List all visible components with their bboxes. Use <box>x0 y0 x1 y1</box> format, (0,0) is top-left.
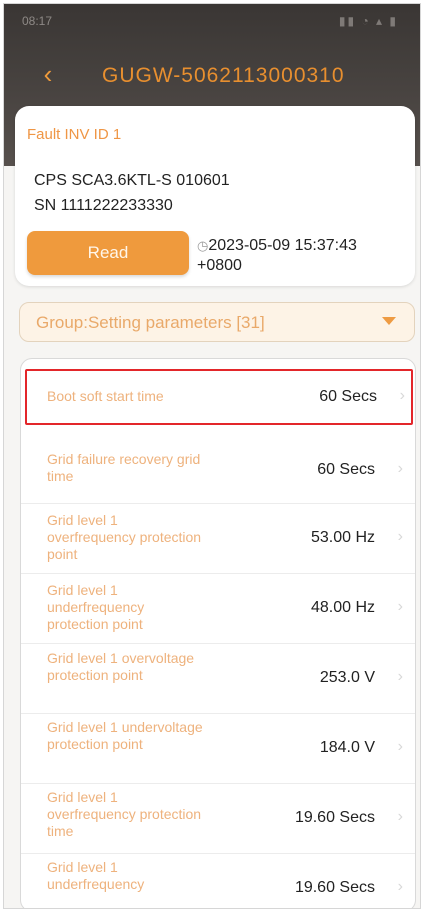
chevron-right-icon: › <box>397 668 403 685</box>
status-time: 08:17 <box>22 14 53 28</box>
group-dropdown[interactable]: Group:Setting parameters [31] <box>19 302 415 342</box>
param-label: Grid level 1 overfrequency protection ti… <box>47 789 202 839</box>
device-info-card: Fault INV ID 1 CPS SCA3.6KTL-S 010601 SN… <box>15 106 415 286</box>
chevron-right-icon: › <box>397 460 403 477</box>
param-value: 253.0 V <box>319 669 375 686</box>
app-screen: 08:17 ▮▮ ◔ ▴ ▮ ‹ GUGW-5062113000310 Faul… <box>3 3 421 909</box>
parameter-list: Boot soft start time 60 Secs › Grid fail… <box>20 358 416 908</box>
param-row-boot-soft-start-time[interactable]: Boot soft start time 60 Secs › <box>25 369 413 425</box>
param-row-underfrequency-point[interactable]: Grid level 1 underfrequency protection p… <box>21 573 415 644</box>
param-value: 184.0 V <box>319 739 375 756</box>
serial-number: SN 1111222233330 <box>34 197 173 214</box>
read-button[interactable]: Read <box>27 231 189 275</box>
inverter-model: CPS SCA3.6KTL-S 010601 <box>34 172 230 189</box>
status-icons: ▮▮ ◔ ▴ ▮ <box>338 14 398 28</box>
chevron-right-icon: › <box>397 878 403 895</box>
param-label: Grid level 1 undervoltage protection poi… <box>47 719 203 752</box>
back-button[interactable]: ‹ <box>34 60 62 88</box>
param-value: 53.00 Hz <box>310 529 375 546</box>
param-row-underfrequency-time[interactable]: Grid level 1 underfrequency 19.60 Secs › <box>21 853 415 908</box>
param-row-overfrequency-point[interactable]: Grid level 1 overfrequency protection po… <box>21 503 415 574</box>
fault-inverter-label: Fault INV ID 1 <box>27 126 122 143</box>
chevron-right-icon: › <box>399 387 405 404</box>
param-value: 60 Secs <box>319 388 377 405</box>
param-row-undervoltage-point[interactable]: Grid level 1 undervoltage protection poi… <box>21 713 415 784</box>
param-label: Grid level 1 underfrequency protection p… <box>47 582 145 632</box>
read-time-zone: +0800 <box>197 257 242 274</box>
param-row-overvoltage-point[interactable]: Grid level 1 overvoltage protection poin… <box>21 643 415 714</box>
param-value: 60 Secs <box>317 461 375 478</box>
chevron-right-icon: › <box>397 528 403 545</box>
param-label: Grid level 1 underfrequency <box>47 859 145 892</box>
param-label: Grid level 1 overfrequency protection po… <box>47 512 202 562</box>
chevron-right-icon: › <box>397 738 403 755</box>
param-row-overfrequency-time[interactable]: Grid level 1 overfrequency protection ti… <box>21 783 415 854</box>
read-timestamp: ◷2023-05-09 15:37:43 +0800 <box>197 236 357 276</box>
group-dropdown-label: Group:Setting parameters [31] <box>36 313 265 332</box>
device-title: GUGW-5062113000310 <box>102 64 345 87</box>
param-value: 19.60 Secs <box>294 809 375 826</box>
param-value: 48.00 Hz <box>310 599 375 616</box>
param-label: Boot soft start time <box>47 388 164 404</box>
status-bar: 08:17 ▮▮ ◔ ▴ ▮ <box>4 4 420 38</box>
chevron-right-icon: › <box>397 808 403 825</box>
param-label: Grid failure recovery grid time <box>47 451 201 484</box>
chevron-left-icon: ‹ <box>43 59 53 89</box>
param-label: Grid level 1 overvoltage protection poin… <box>47 650 195 683</box>
param-row-grid-failure-recovery[interactable]: Grid failure recovery grid time 60 Secs … <box>21 439 415 504</box>
clock-icon: ◷ <box>197 238 209 253</box>
read-time-date: 2023-05-09 15:37:43 <box>208 237 357 254</box>
dropdown-arrow-icon <box>382 317 396 325</box>
param-value: 19.60 Secs <box>294 879 375 896</box>
chevron-right-icon: › <box>397 598 403 615</box>
